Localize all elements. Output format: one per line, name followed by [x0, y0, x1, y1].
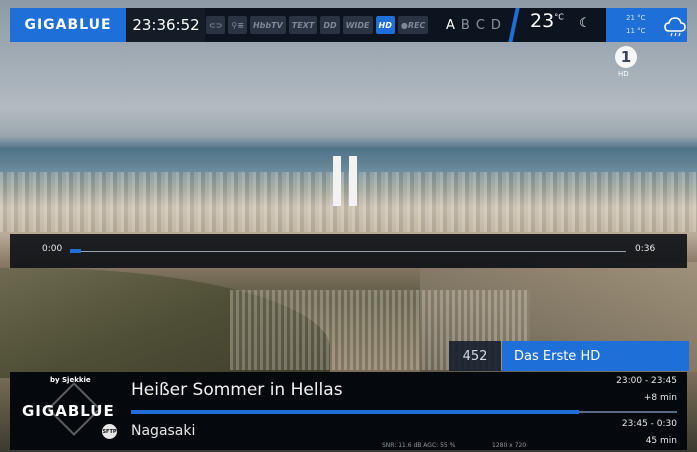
current-event-remaining: +8 min	[643, 393, 677, 403]
temperature-high: 21 °C	[626, 14, 646, 22]
video-resolution: 1280 x 720	[492, 442, 527, 449]
temperature-unit: °C	[554, 12, 564, 22]
indicator-3: TEXT	[288, 16, 318, 34]
separator	[508, 8, 520, 42]
channel-logo-hd-label: HD	[618, 70, 629, 78]
clock: 23:36:52	[127, 8, 205, 42]
service-indicators: ⊂⊃ ⚲≡ HbbTV TEXT DD WIDE HD ●REC	[206, 14, 434, 36]
elapsed-time: 0:00	[42, 244, 63, 254]
gigablue-logo-bottom: GIGABLUE	[22, 402, 115, 420]
sftp-badge-icon: SFTP	[102, 424, 117, 439]
indicator-2: HbbTV	[249, 16, 286, 34]
slot-c: C	[475, 17, 485, 33]
temperature-range: 21 °C 11 °C	[626, 12, 646, 38]
slot-a: A	[446, 17, 455, 33]
temperature-low: 11 °C	[626, 27, 646, 35]
indicator-6: HD	[375, 16, 395, 34]
indicator-0: ⊂⊃	[206, 16, 226, 34]
slot-b: B	[460, 17, 470, 33]
seek-track[interactable]	[70, 251, 626, 252]
video-screen[interactable]: GIGABLUE 23:36:52 ⊂⊃ ⚲≡ HbbTV TEXT DD WIDE HD ●…	[0, 0, 697, 452]
cloud-icon	[664, 17, 686, 37]
top-status-bar: GIGABLUE 23:36:52 ⊂⊃ ⚲≡ HbbTV TEXT DD WIDE HD ●…	[10, 8, 687, 42]
channel-logo-icon: 1	[615, 46, 637, 68]
slot-d: D	[490, 17, 501, 33]
channel-number: 452	[449, 341, 501, 371]
gigablue-logo: GIGABLUE	[10, 8, 126, 42]
indicator-5: WIDE	[342, 16, 373, 34]
total-duration: 0:36	[635, 244, 656, 254]
info-bar: by Sjekkie GIGABLUE SFTP Heißer Sommer i…	[10, 372, 687, 450]
next-event-title: Nagasaki	[131, 423, 196, 439]
pause-icon[interactable]	[333, 156, 357, 206]
next-event-duration: 45 min	[645, 436, 677, 446]
indicator-1: ⚲≡	[228, 16, 247, 34]
current-event-time: 23:00 - 23:45	[616, 376, 677, 386]
moon-icon: ☾	[579, 16, 591, 31]
channel-name: Das Erste HD	[502, 341, 689, 371]
current-event-title: Heißer Sommer in Hellas	[131, 380, 343, 400]
playback-seekbar[interactable]: 0:00 0:36	[10, 234, 687, 268]
event-progress-fill	[131, 410, 579, 414]
slot-indicators: ABCD	[446, 14, 510, 36]
seek-progress	[70, 249, 81, 253]
skin-author: by Sjekkie	[50, 376, 91, 384]
signal-info: SNR: 11.6 dB AGC: 55 %	[382, 442, 456, 449]
next-event-time: 23:45 - 0:30	[621, 419, 677, 429]
indicator-7: ●REC	[397, 16, 429, 34]
indicator-4: DD	[320, 16, 340, 34]
current-temperature: 23°C	[530, 10, 564, 32]
